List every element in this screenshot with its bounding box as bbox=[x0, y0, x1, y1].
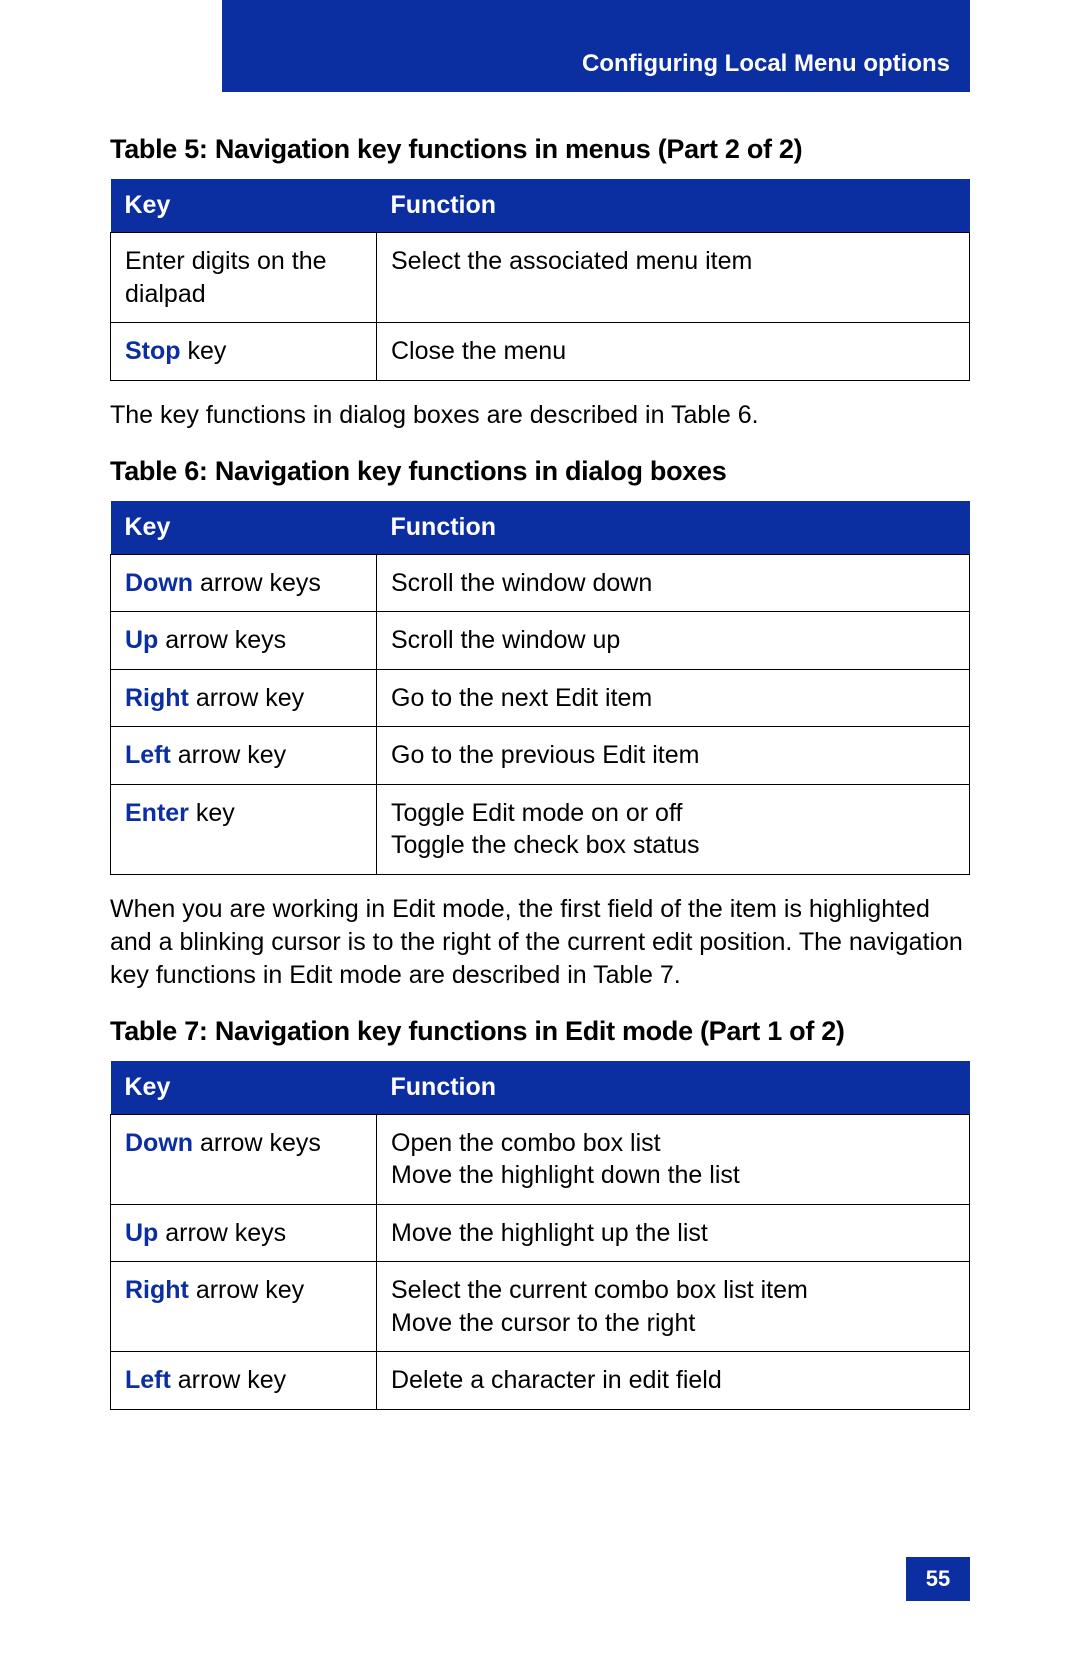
function-cell: Move the highlight up the list bbox=[377, 1204, 970, 1262]
table-row: Right arrow keyGo to the next Edit item bbox=[111, 669, 970, 727]
function-cell: Select the current combo box list itemMo… bbox=[377, 1262, 970, 1352]
key-cell: Left arrow key bbox=[111, 727, 377, 785]
table7: Key Function Down arrow keysOpen the com… bbox=[110, 1061, 970, 1410]
table6: Key Function Down arrow keysScroll the w… bbox=[110, 501, 970, 875]
page-number: 55 bbox=[926, 1566, 950, 1592]
key-bold: Down bbox=[125, 569, 193, 597]
function-cell: Select the associated menu item bbox=[377, 233, 970, 323]
function-cell: Go to the next Edit item bbox=[377, 669, 970, 727]
table5-head-func: Function bbox=[377, 179, 970, 233]
key-cell: Enter key bbox=[111, 784, 377, 874]
table7-head-func: Function bbox=[377, 1061, 970, 1115]
table5: Key Function Enter digits on the dialpad… bbox=[110, 179, 970, 381]
table-row: Left arrow keyDelete a character in edit… bbox=[111, 1352, 970, 1410]
key-plain: arrow key bbox=[171, 1366, 286, 1394]
function-cell: Delete a character in edit field bbox=[377, 1352, 970, 1410]
table6-caption: Table 6: Navigation key functions in dia… bbox=[110, 456, 970, 487]
key-plain: arrow keys bbox=[158, 626, 286, 654]
table-row: Down arrow keysScroll the window down bbox=[111, 554, 970, 612]
key-bold: Left bbox=[125, 1366, 171, 1394]
paragraph: The key functions in dialog boxes are de… bbox=[110, 399, 970, 432]
function-cell: Open the combo box listMove the highligh… bbox=[377, 1114, 970, 1204]
page: Configuring Local Menu options Table 5: … bbox=[0, 0, 1080, 1669]
key-plain: key bbox=[189, 799, 235, 827]
key-plain: arrow key bbox=[171, 741, 286, 769]
content: Table 5: Navigation key functions in men… bbox=[110, 110, 970, 1410]
key-cell: Right arrow key bbox=[111, 669, 377, 727]
function-cell: Go to the previous Edit item bbox=[377, 727, 970, 785]
function-cell: Scroll the window up bbox=[377, 612, 970, 670]
table-row: Stop keyClose the menu bbox=[111, 323, 970, 381]
table-row: Enter digits on the dialpad Select the as… bbox=[111, 233, 970, 323]
table6-body: Down arrow keysScroll the window downUp … bbox=[111, 554, 970, 874]
table5-head-key: Key bbox=[111, 179, 377, 233]
key-cell: Left arrow key bbox=[111, 1352, 377, 1410]
table5-caption: Table 5: Navigation key functions in men… bbox=[110, 134, 970, 165]
table-row: Down arrow keysOpen the combo box listMo… bbox=[111, 1114, 970, 1204]
section-header: Configuring Local Menu options bbox=[222, 0, 970, 92]
section-title: Configuring Local Menu options bbox=[582, 50, 950, 78]
key-bold: Right bbox=[125, 684, 189, 712]
key-bold: Enter bbox=[125, 799, 189, 827]
page-number-badge: 55 bbox=[906, 1557, 970, 1601]
table5-body: Enter digits on the dialpad Select the as… bbox=[111, 233, 970, 381]
key-plain: arrow key bbox=[189, 684, 304, 712]
function-cell: Close the menu bbox=[377, 323, 970, 381]
key-bold: Left bbox=[125, 741, 171, 769]
table-row: Right arrow keySelect the current combo … bbox=[111, 1262, 970, 1352]
table-row: Up arrow keysMove the highlight up the l… bbox=[111, 1204, 970, 1262]
key-plain: arrow key bbox=[189, 1276, 304, 1304]
function-cell: Toggle Edit mode on or offToggle the che… bbox=[377, 784, 970, 874]
table7-head-key: Key bbox=[111, 1061, 377, 1115]
key-plain: arrow keys bbox=[158, 1219, 286, 1247]
table6-head-key: Key bbox=[111, 501, 377, 555]
key-cell: Down arrow keys bbox=[111, 554, 377, 612]
key-cell: Right arrow key bbox=[111, 1262, 377, 1352]
table-row: Left arrow keyGo to the previous Edit it… bbox=[111, 727, 970, 785]
key-cell: Down arrow keys bbox=[111, 1114, 377, 1204]
key-bold: Up bbox=[125, 1219, 158, 1247]
table-row: Enter keyToggle Edit mode on or offToggl… bbox=[111, 784, 970, 874]
key-bold: Right bbox=[125, 1276, 189, 1304]
table7-caption: Table 7: Navigation key functions in Edi… bbox=[110, 1016, 970, 1047]
paragraph: When you are working in Edit mode, the f… bbox=[110, 893, 970, 992]
key-bold: Up bbox=[125, 626, 158, 654]
function-cell: Scroll the window down bbox=[377, 554, 970, 612]
key-plain: arrow keys bbox=[193, 569, 321, 597]
key-cell: Up arrow keys bbox=[111, 1204, 377, 1262]
table7-body: Down arrow keysOpen the combo box listMo… bbox=[111, 1114, 970, 1409]
key-bold: Down bbox=[125, 1129, 193, 1157]
key-cell: Up arrow keys bbox=[111, 612, 377, 670]
table-row: Up arrow keysScroll the window up bbox=[111, 612, 970, 670]
key-plain: key bbox=[181, 337, 227, 365]
key-plain: arrow keys bbox=[193, 1129, 321, 1157]
table6-head-func: Function bbox=[377, 501, 970, 555]
key-plain: Enter digits on the dialpad bbox=[125, 247, 327, 308]
key-cell: Stop key bbox=[111, 323, 377, 381]
key-bold: Stop bbox=[125, 337, 181, 365]
key-cell: Enter digits on the dialpad bbox=[111, 233, 377, 323]
